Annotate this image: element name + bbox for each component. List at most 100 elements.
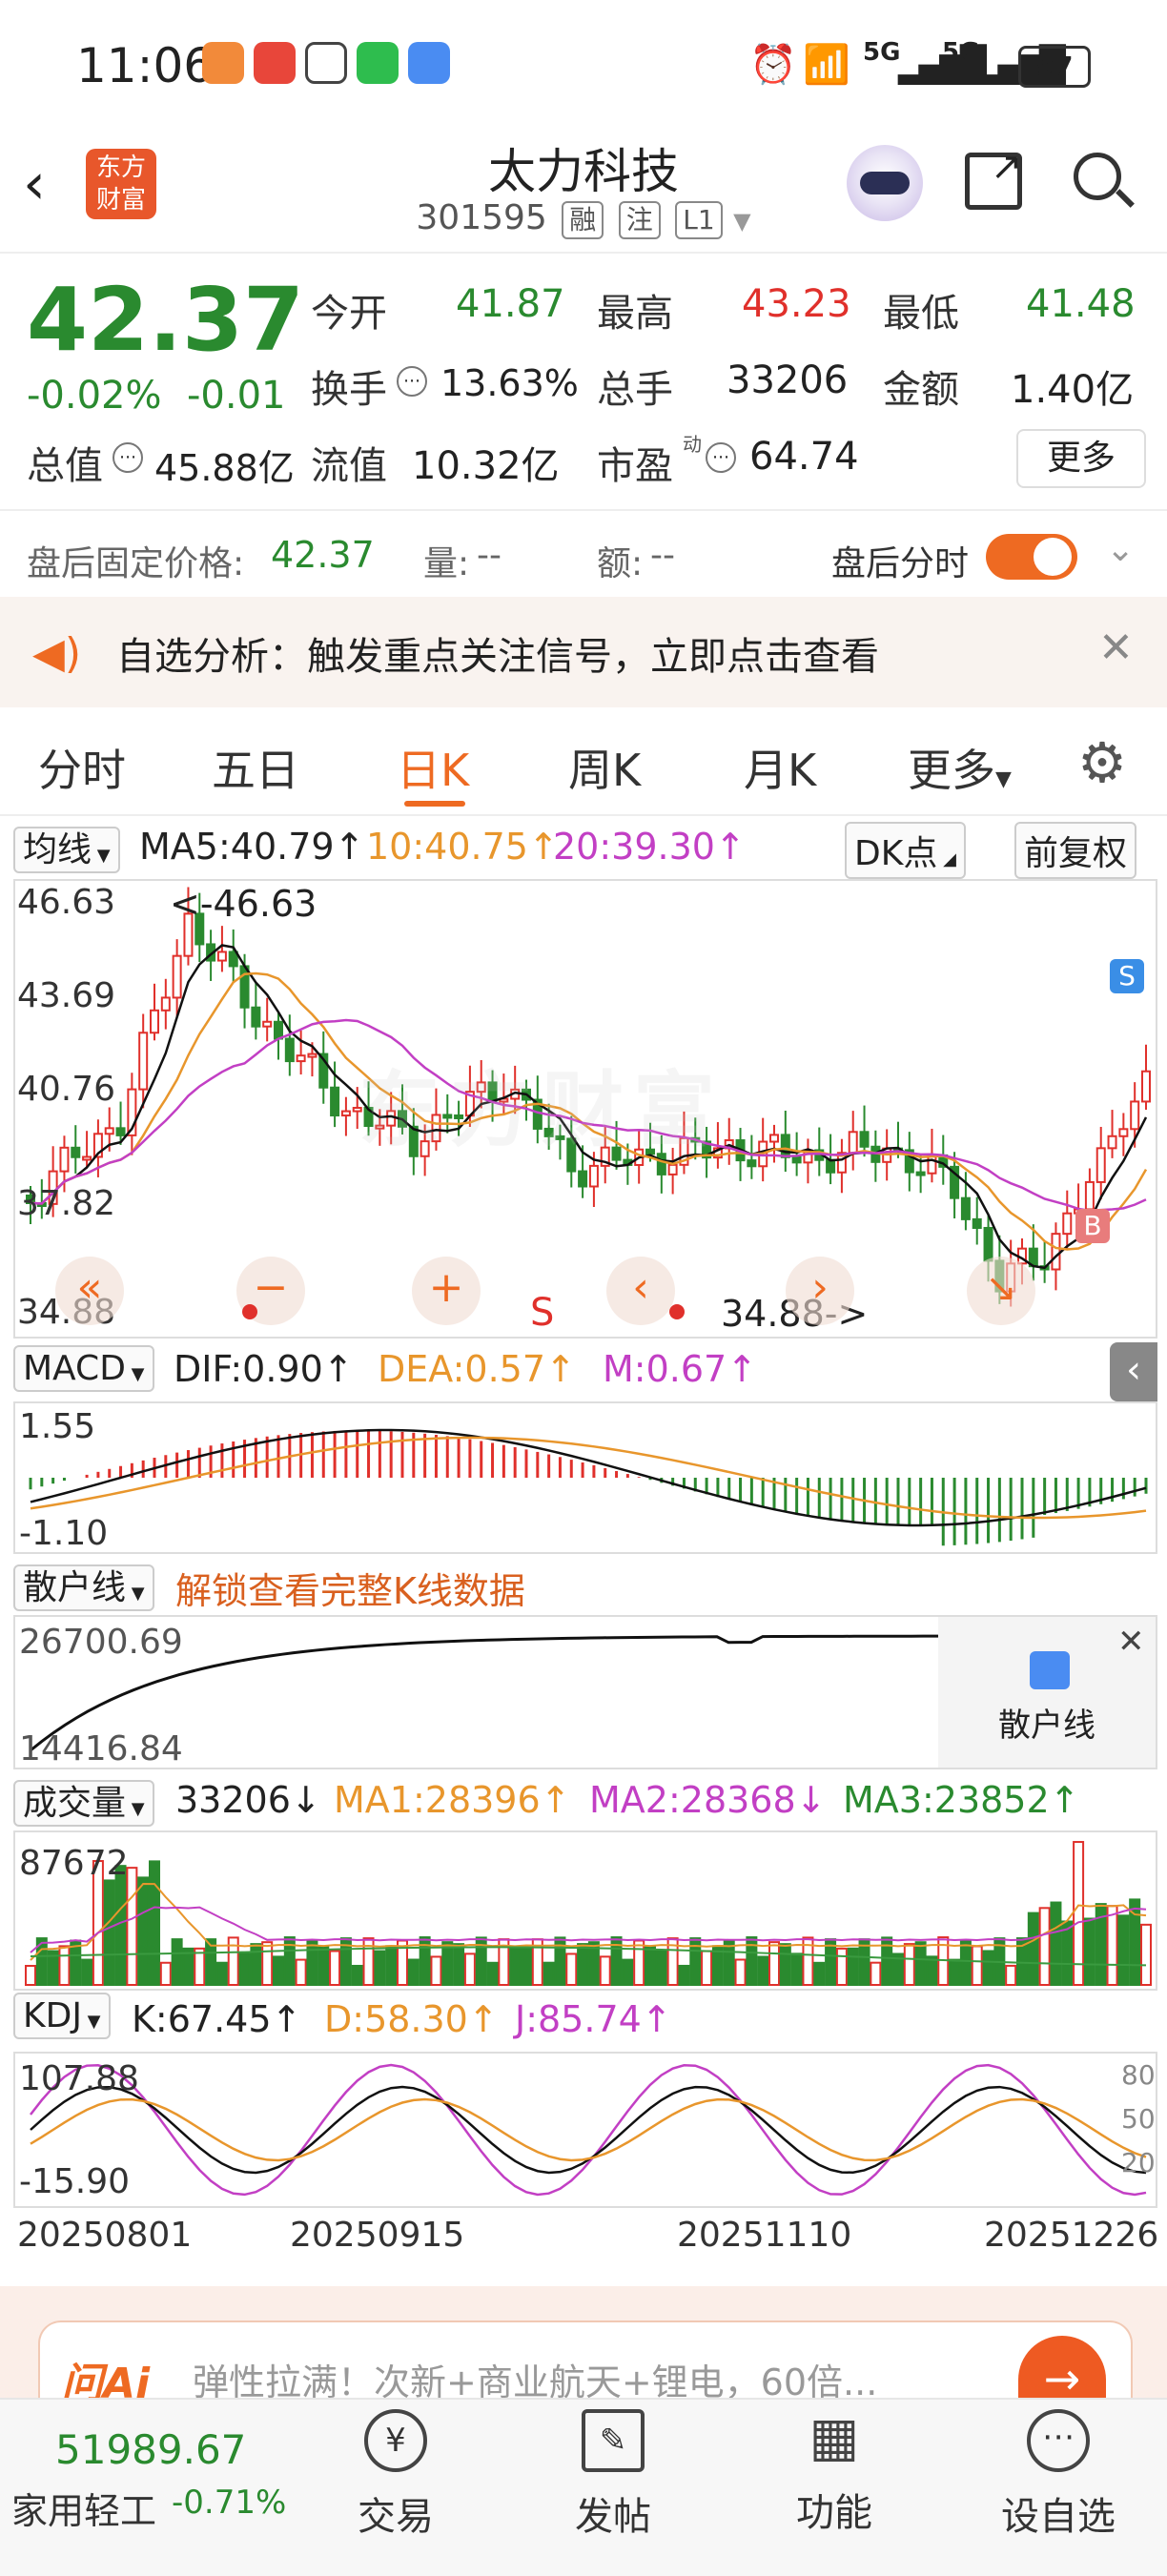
macd-selector[interactable]: MACD ▼ bbox=[13, 1345, 154, 1392]
volume-bar bbox=[959, 1939, 972, 1987]
candle-body bbox=[780, 1134, 790, 1158]
volume-bar bbox=[1061, 1920, 1074, 1986]
info-icon[interactable]: ⋯ bbox=[397, 366, 427, 397]
volume-bar bbox=[453, 1943, 465, 1986]
scroll-left-fast-icon[interactable]: « bbox=[55, 1257, 124, 1325]
low-value: 41.48 bbox=[1026, 282, 1136, 326]
volume-bar bbox=[171, 1938, 183, 1987]
status-time: 11:06 bbox=[76, 38, 215, 93]
share-icon[interactable]: ↗ bbox=[965, 148, 1023, 210]
volume-selector[interactable]: 成交量 ▼ bbox=[13, 1775, 154, 1827]
volume-bar bbox=[261, 1941, 274, 1986]
kline-chart[interactable]: 东方财富 46.63 43.69 40.76 37.82 34.88 <-46.… bbox=[13, 879, 1157, 1339]
retail-badge-label: 散户线 bbox=[998, 1707, 1095, 1745]
candle-body bbox=[791, 1155, 802, 1164]
after-hours-amt: -- bbox=[650, 536, 675, 575]
kdj-ref-20: 20 bbox=[1121, 2147, 1156, 2178]
retail-chart[interactable]: 26700.69 14416.84 散户线 ✕ bbox=[13, 1615, 1157, 1769]
kdj-chart[interactable]: 107.88 -15.90 80 50 20 bbox=[13, 2052, 1157, 2208]
ma5-value: MA5:40.79↑ bbox=[139, 826, 365, 868]
nav-post[interactable]: ✎ 发帖 bbox=[553, 2409, 673, 2541]
nav-trade[interactable]: ¥ 交易 bbox=[336, 2409, 456, 2541]
tab-intraday[interactable]: 分时 bbox=[38, 736, 126, 799]
scroll-right-icon[interactable]: › bbox=[786, 1257, 854, 1325]
nav-trade-label: 交易 bbox=[358, 2495, 434, 2539]
ai-assistant-avatar[interactable] bbox=[847, 145, 923, 221]
index-value[interactable]: 51989.67 bbox=[55, 2426, 246, 2473]
tab-weekly-k[interactable]: 周K bbox=[568, 736, 641, 799]
gesture-icon bbox=[305, 42, 347, 84]
info-icon[interactable]: ⋯ bbox=[706, 442, 736, 473]
volume-bar bbox=[1027, 1912, 1039, 1986]
kline-y-label-max: 46.63 bbox=[17, 883, 116, 922]
nav-add-watchlist[interactable]: ⋯ 设自选 bbox=[992, 2409, 1125, 2541]
volume-label: 总手 bbox=[597, 368, 673, 412]
ma-selector[interactable]: 均线 ▼ bbox=[13, 822, 120, 873]
scroll-left-icon[interactable]: ‹ bbox=[606, 1257, 675, 1325]
candle-body bbox=[960, 1196, 971, 1220]
unlock-link[interactable]: 解锁查看完整K线数据 bbox=[175, 1562, 525, 1614]
candle-body bbox=[251, 1006, 261, 1028]
settings-gear-icon[interactable]: ⚙ bbox=[1077, 730, 1127, 795]
chevron-down-icon[interactable]: ▼ bbox=[733, 208, 750, 235]
kdj-selector[interactable]: KDJ ▼ bbox=[13, 1993, 111, 2039]
nav-functions-label: 功能 bbox=[796, 2491, 872, 2535]
chevron-down-icon[interactable]: ⌄ bbox=[1106, 530, 1135, 569]
market-cap-label: 总值 bbox=[27, 444, 103, 488]
volume-current: 33206↓ bbox=[175, 1779, 321, 1821]
volume-bar bbox=[521, 1947, 532, 1986]
buy-signal-marker[interactable]: B bbox=[1075, 1209, 1110, 1243]
candle-body bbox=[138, 1032, 149, 1091]
float-cap-label: 流值 bbox=[311, 444, 387, 488]
index-name[interactable]: 家用轻工 bbox=[11, 2482, 156, 2534]
more-button[interactable]: 更多 bbox=[1016, 429, 1146, 488]
volume-ma2: MA2:28368↓ bbox=[589, 1779, 827, 1821]
volume-bar bbox=[81, 1958, 93, 1987]
ai-bar[interactable]: 问Ai 弹性拉满！次新+商业航天+锂电，60倍... → bbox=[0, 2286, 1167, 2408]
macd-dif: DIF:0.90↑ bbox=[174, 1348, 354, 1390]
volume-bar bbox=[250, 1943, 262, 1986]
collapse-icon[interactable]: ↘ bbox=[967, 1257, 1035, 1325]
close-icon[interactable]: ✕ bbox=[1098, 624, 1134, 672]
candle-body bbox=[216, 951, 227, 962]
after-hours-toggle[interactable] bbox=[986, 534, 1077, 580]
macd-chart[interactable]: 1.55 -1.10 bbox=[13, 1401, 1157, 1554]
candle-body bbox=[983, 1226, 993, 1262]
search-icon[interactable] bbox=[1074, 153, 1135, 208]
kdj-y-bottom: -15.90 bbox=[19, 2162, 131, 2201]
volume-bar bbox=[385, 1945, 398, 1986]
grid-icon: ▦ bbox=[809, 2406, 860, 2468]
macd-y-bottom: -1.10 bbox=[19, 1514, 109, 1553]
date-label-4: 20251226 bbox=[984, 2216, 1159, 2255]
retail-selector[interactable]: 散户线 ▼ bbox=[13, 1560, 154, 1611]
signal-banner[interactable]: ◀) 自选分析：触发重点关注信号，立即点击查看 ✕ bbox=[0, 597, 1167, 707]
side-panel-toggle-icon[interactable]: ‹ bbox=[1110, 1342, 1157, 1401]
volume-bar bbox=[790, 1952, 803, 1986]
high-value: 43.23 bbox=[742, 282, 851, 326]
adjust-button[interactable]: 前复权 bbox=[1014, 822, 1137, 879]
volume-chart[interactable]: 87672 bbox=[13, 1830, 1157, 1991]
candle-body bbox=[588, 1164, 599, 1188]
info-icon[interactable]: ⋯ bbox=[113, 442, 143, 473]
tab-monthly-k[interactable]: 月K bbox=[744, 736, 816, 799]
s-toggle-icon[interactable]: S bbox=[530, 1291, 554, 1335]
level-tag: L1 bbox=[675, 201, 723, 239]
volume-bar bbox=[1117, 1914, 1130, 1986]
dk-point-button[interactable]: DK点 ◢ bbox=[845, 822, 966, 879]
nav-functions[interactable]: ▦ 功能 bbox=[774, 2409, 894, 2537]
volume-bar bbox=[926, 1955, 938, 1987]
after-hours-vol-label: 量: bbox=[423, 544, 470, 583]
tab-daily-k[interactable]: 日K bbox=[397, 736, 469, 799]
candle-body bbox=[1051, 1233, 1061, 1271]
wechat-icon bbox=[357, 42, 399, 84]
sell-signal-marker[interactable]: S bbox=[1110, 959, 1144, 993]
retail-badge[interactable]: 散户线 ✕ bbox=[938, 1617, 1156, 1768]
tab-more[interactable]: 更多▼ bbox=[908, 736, 1012, 799]
volume-bar bbox=[543, 1961, 555, 1986]
tab-five-day[interactable]: 五日 bbox=[212, 736, 299, 799]
volume-bar bbox=[599, 1955, 611, 1986]
battery-indicator: 97 bbox=[1018, 46, 1091, 88]
close-icon[interactable]: ✕ bbox=[1117, 1623, 1145, 1661]
zoom-in-icon[interactable]: + bbox=[412, 1257, 481, 1325]
volume-bar bbox=[1005, 1964, 1017, 1986]
